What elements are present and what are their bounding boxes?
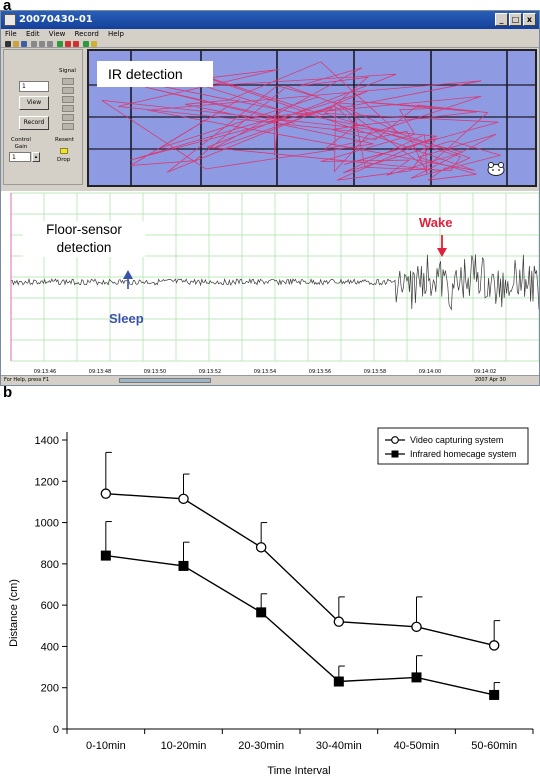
x-axis-label: Time Interval [267,765,330,776]
resent-label: Resent [55,137,74,143]
wake-label: Wake [419,215,453,230]
y-tick-label: 0 [53,724,59,736]
data-point-square [100,550,111,561]
menu-bar: File Edit View Record Help [1,29,539,40]
signal-bar [62,96,74,103]
y-tick-label: 800 [41,559,59,571]
data-point-circle [488,640,500,651]
data-point-circle [255,542,267,553]
stop-icon[interactable] [73,41,79,47]
resent-indicator [60,148,68,154]
signal-bar [62,114,74,121]
mouse-icon [487,162,505,176]
save-icon[interactable] [21,41,27,47]
signal-bar [62,123,74,130]
new-file-icon[interactable] [5,41,11,47]
signal-label: Signal [59,68,76,74]
y-axis-label: Distance (cm) [8,579,20,647]
y-tick-label: 600 [41,600,59,612]
scrollbar[interactable] [119,378,211,383]
record-icon[interactable] [65,41,71,47]
chart-svg: 0 200 400 600 800 1000 1200 1400 0-10min 10-20min… [8,427,534,776]
open-folder-icon[interactable] [13,41,19,47]
floor-sensor-plot: 09:13:46 09:13:48 09:13:50 09:13:52 09:13:54… [10,192,539,375]
help-icon[interactable] [91,41,97,47]
control-panel: 1 Signal View Record Control Gain 1 ▴ Re… [3,49,83,185]
legend-label-infrared: Infrared homecage system [410,449,517,459]
menu-edit[interactable]: Edit [26,30,40,38]
data-point-square [333,676,344,687]
menu-view[interactable]: View [49,30,66,38]
signal-bar [62,78,74,85]
sleep-label: Sleep [109,311,144,326]
series-line-0 [105,493,495,647]
data-point-square [489,689,500,700]
legend: Video capturing system Infrared homecage… [377,427,529,465]
x-tick-label: 40-50min [394,740,440,752]
legend-marker-video [391,436,399,444]
drop-label: Drop [57,157,71,163]
floor-sensor-panel: 09:13:46 09:13:48 09:13:50 09:13:52 09:13:54… [1,191,539,375]
data-point-circle [178,493,189,505]
copy-icon[interactable] [39,41,45,47]
menu-file[interactable]: File [5,30,17,38]
title-bar: 20070430-01 _ □ x [1,11,539,29]
toolbar [1,40,539,48]
data-point-circle [411,621,422,633]
control-gain-label: Control Gain [11,137,31,150]
status-help-text: For Help, press F1 [4,377,50,383]
settings-icon[interactable] [83,41,89,47]
window-title: 20070430-01 [19,14,93,25]
data-point-circle [100,488,112,499]
x-tick-label: 30-40min [316,740,362,752]
view-button[interactable]: View [19,96,49,110]
signal-bar [62,87,74,94]
status-bar: For Help, press F1 2007 Apr 30 [1,375,539,385]
app-window: 20070430-01 _ □ x File Edit View Record … [0,10,540,386]
legend-marker-infrared [391,450,399,458]
distance-chart: 0 200 400 600 800 1000 1200 1400 0-10min 10-20min… [0,400,540,776]
signal-bar [62,105,74,112]
play-icon[interactable] [57,41,63,47]
id-input[interactable]: 1 [19,81,49,92]
ir-detection-label: IR detection [97,61,213,87]
app-icon [4,14,16,26]
close-button[interactable]: x [523,13,536,26]
cut-icon[interactable] [31,41,37,47]
series-line-1 [105,554,495,696]
y-tick-label: 200 [41,683,59,695]
gain-input[interactable]: 1 [9,152,31,162]
y-tick-label: 400 [41,641,59,653]
floor-sensor-label: Floor-sensor detection [23,221,145,257]
panel-label-b: b [3,384,13,401]
wake-arrow-head [437,248,447,257]
y-tick-label: 1200 [35,476,59,488]
gain-spinner[interactable]: ▴ [32,152,40,162]
data-point-square [178,560,189,571]
x-tick-label: 0-10min [86,740,126,752]
data-point-circle [333,616,345,627]
menu-help[interactable]: Help [108,30,124,38]
data-point-square [411,672,422,683]
x-tick-label: 20-30min [238,740,284,752]
y-tick-label: 1400 [35,435,59,447]
record-button[interactable]: Record [19,116,49,130]
legend-label-video: Video capturing system [410,435,503,445]
x-tick-label: 10-20min [161,740,207,752]
status-date: 2007 Apr 30 [475,377,506,383]
minimize-button[interactable]: _ [495,13,508,26]
x-tick-label: 50-60min [471,740,517,752]
menu-record[interactable]: Record [75,30,99,38]
sleep-arrow-head [123,270,133,279]
data-point-square [256,607,267,618]
paste-icon[interactable] [47,41,53,47]
maximize-button[interactable]: □ [509,13,522,26]
ir-detection-panel: IR detection [87,49,537,187]
y-tick-label: 1000 [35,518,59,530]
